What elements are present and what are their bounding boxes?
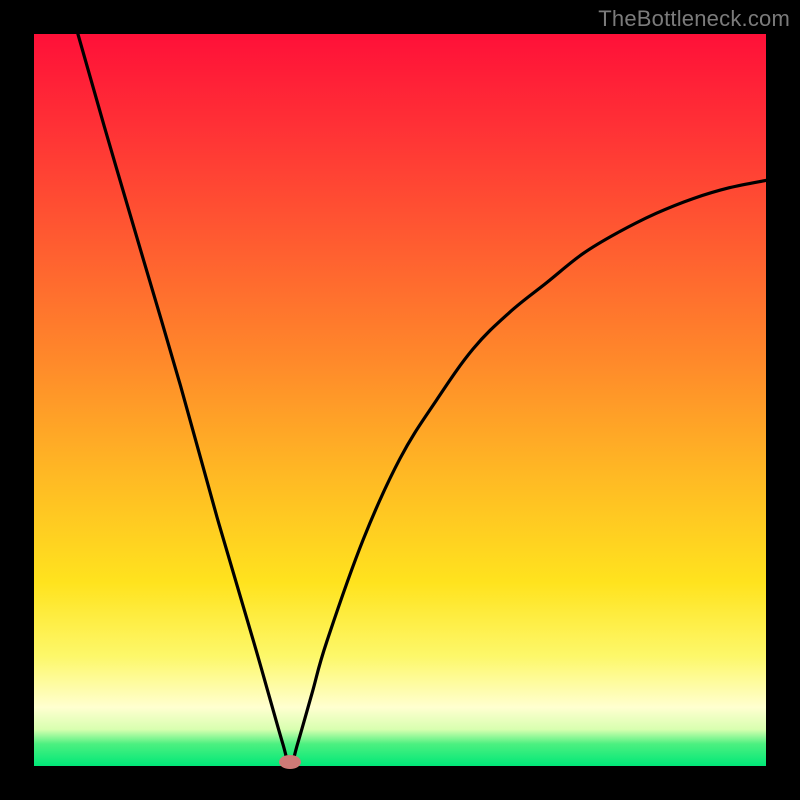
- plot-area: [34, 34, 766, 766]
- bottleneck-curve: [34, 34, 766, 766]
- watermark-text: TheBottleneck.com: [598, 6, 790, 32]
- chart-frame: TheBottleneck.com: [0, 0, 800, 800]
- curve-path: [78, 34, 766, 766]
- bottleneck-marker: [279, 755, 301, 769]
